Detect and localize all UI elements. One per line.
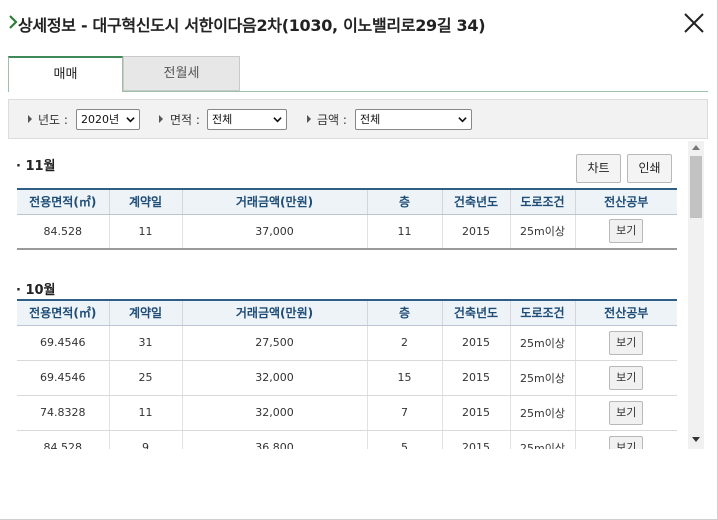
cell-registry: 보기: [574, 360, 677, 396]
cell-floor: 5: [366, 430, 442, 449]
cell-day: 31: [108, 325, 182, 361]
col-header-build-year: 건축년도: [441, 299, 510, 326]
cell-area: 69.4546: [17, 360, 109, 396]
view-button[interactable]: 보기: [609, 400, 644, 425]
bullet-arrow-icon: [28, 115, 32, 123]
col-header-build-year: 건축년도: [441, 188, 510, 215]
cell-price: 27,500: [181, 325, 367, 361]
cell-registry: 보기: [574, 430, 677, 449]
cell-price: 37,000: [181, 214, 367, 250]
month-heading: · 11월: [16, 159, 56, 174]
col-header-registry: 전산공부: [574, 188, 677, 215]
transactions-table-nov: 전용면적(㎡) 계약일 거래금액(만원) 층 건축년도 도로조건 전산공부 84…: [17, 188, 677, 250]
title-bar: 상세정보 - 대구혁신도시 서한이다음2차(1030, 이노밸리로29길 34): [0, 0, 718, 46]
col-header-floor: 층: [366, 188, 442, 215]
amount-select-value: 전체: [360, 113, 381, 126]
cell-road: 25m이상: [509, 430, 575, 449]
amount-select[interactable]: 전체: [355, 109, 472, 130]
col-header-area: 전용면적(㎡): [17, 299, 109, 326]
amount-filter-label: 금액 :: [317, 113, 347, 127]
area-filter-label: 면적 :: [170, 113, 200, 127]
detail-popup: 상세정보 - 대구혁신도시 서한이다음2차(1030, 이노밸리로29길 34)…: [0, 0, 718, 520]
cell-build-year: 2015: [441, 360, 510, 396]
cell-build-year: 2015: [441, 325, 510, 361]
cell-area: 84.528: [17, 430, 109, 449]
col-header-floor: 층: [366, 299, 442, 326]
cell-area: 74.8328: [17, 395, 109, 431]
scroll-thumb[interactable]: [690, 156, 702, 218]
chart-button[interactable]: 차트: [576, 154, 621, 183]
table-row: 74.8328 11 32,000 7 2015 25m이상 보기: [17, 395, 677, 431]
col-header-road: 도로조건: [509, 188, 575, 215]
year-select[interactable]: 2020년: [76, 109, 140, 130]
table-header-row: 전용면적(㎡) 계약일 거래금액(만원) 층 건축년도 도로조건 전산공부: [17, 299, 677, 326]
chevron-down-icon: [126, 117, 135, 123]
col-header-price: 거래금액(만원): [181, 188, 367, 215]
cell-price: 32,000: [181, 395, 367, 431]
view-button[interactable]: 보기: [609, 330, 644, 355]
cell-registry: 보기: [574, 325, 677, 361]
bullet-arrow-icon: [159, 115, 163, 123]
cell-floor: 2: [366, 325, 442, 361]
cell-day: 11: [108, 214, 182, 250]
table-row: 84.528 11 37,000 11 2015 25m이상 보기: [17, 214, 677, 250]
table-row: 84.528 9 36,800 5 2015 25m이상 보기: [17, 430, 677, 449]
close-icon[interactable]: [682, 11, 706, 35]
cell-day: 9: [108, 430, 182, 449]
cell-floor: 7: [366, 395, 442, 431]
col-header-price: 거래금액(만원): [181, 299, 367, 326]
col-header-area: 전용면적(㎡): [17, 188, 109, 215]
cell-floor: 15: [366, 360, 442, 396]
cell-price: 32,000: [181, 360, 367, 396]
transactions-table-oct: 전용면적(㎡) 계약일 거래금액(만원) 층 건축년도 도로조건 전산공부 69…: [17, 299, 677, 449]
filter-bar: 년도 : 2020년 면적 : 전체 금액 : 전체: [8, 99, 708, 139]
area-select-value: 전체: [212, 113, 233, 126]
chevron-right-icon: [9, 15, 18, 29]
tab-sale[interactable]: 매매: [8, 56, 123, 92]
scroll-up-icon[interactable]: [692, 145, 700, 150]
cell-road: 25m이상: [509, 360, 575, 396]
view-button[interactable]: 보기: [609, 365, 644, 390]
cell-floor: 11: [366, 214, 442, 250]
chevron-down-icon: [458, 117, 467, 123]
col-header-day: 계약일: [108, 188, 182, 215]
cell-area: 84.528: [17, 214, 109, 250]
year-select-value: 2020년: [81, 113, 120, 126]
cell-build-year: 2015: [441, 395, 510, 431]
month-heading: · 10월: [16, 283, 56, 298]
cell-build-year: 2015: [441, 430, 510, 449]
bullet-arrow-icon: [307, 115, 311, 123]
cell-registry: 보기: [574, 214, 677, 250]
cell-registry: 보기: [574, 395, 677, 431]
col-header-registry: 전산공부: [574, 299, 677, 326]
view-button[interactable]: 보기: [609, 435, 644, 449]
col-header-road: 도로조건: [509, 299, 575, 326]
cell-price: 36,800: [181, 430, 367, 449]
cell-road: 25m이상: [509, 325, 575, 361]
cell-area: 69.4546: [17, 325, 109, 361]
table-row: 69.4546 31 27,500 2 2015 25m이상 보기: [17, 325, 677, 361]
scroll-down-icon[interactable]: [692, 437, 700, 442]
cell-road: 25m이상: [509, 395, 575, 431]
results-scroll-area[interactable]: · 11월 차트 인쇄 전용면적(㎡) 계약일 거래금액(만원) 층 건축년도 …: [8, 141, 704, 449]
cell-day: 11: [108, 395, 182, 431]
print-button[interactable]: 인쇄: [627, 154, 672, 183]
chevron-down-icon: [273, 117, 282, 123]
tab-rent[interactable]: 전월세: [123, 56, 240, 91]
popup-title: 상세정보 - 대구혁신도시 서한이다음2차(1030, 이노밸리로29길 34): [18, 16, 486, 35]
cell-road: 25m이상: [509, 214, 575, 250]
cell-day: 25: [108, 360, 182, 396]
tab-divider: [123, 91, 708, 92]
vertical-scrollbar[interactable]: [688, 141, 704, 449]
cell-build-year: 2015: [441, 214, 510, 250]
table-header-row: 전용면적(㎡) 계약일 거래금액(만원) 층 건축년도 도로조건 전산공부: [17, 188, 677, 215]
col-header-day: 계약일: [108, 299, 182, 326]
view-button[interactable]: 보기: [609, 219, 644, 244]
year-filter-label: 년도 :: [38, 113, 68, 127]
tab-bar: 매매 전월세: [8, 56, 708, 92]
table-row: 69.4546 25 32,000 15 2015 25m이상 보기: [17, 360, 677, 396]
area-select[interactable]: 전체: [207, 109, 287, 130]
